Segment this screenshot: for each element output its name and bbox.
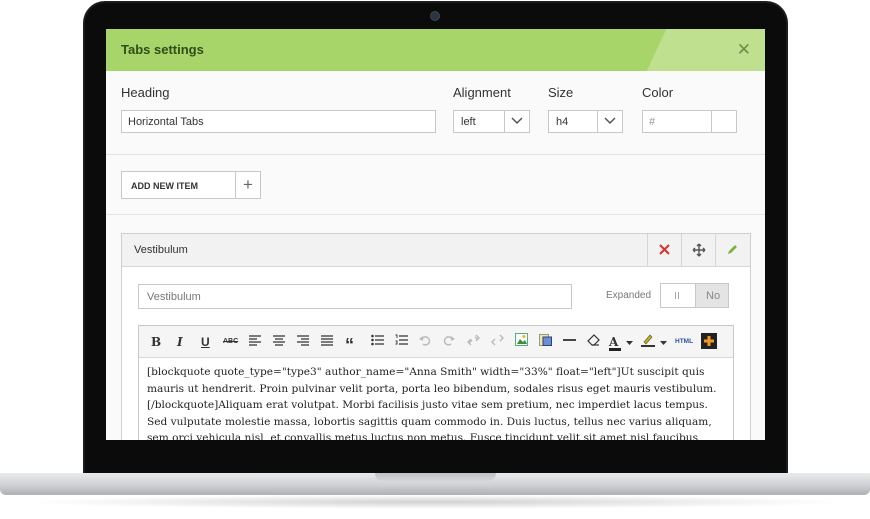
text-color-icon[interactable]: A	[609, 333, 621, 351]
delete-icon[interactable]	[647, 234, 681, 266]
plus-icon[interactable]: +	[235, 172, 260, 198]
insert-media-icon[interactable]	[539, 333, 552, 351]
chevron-down-icon[interactable]	[504, 111, 529, 132]
edit-pencil-icon[interactable]	[715, 234, 749, 266]
color-label: Color	[642, 85, 674, 100]
add-new-item-label: ADD NEW ITEM	[131, 181, 198, 191]
tab-item-panel: Vestibulum Vestibulum Expanded No B I U …	[121, 233, 751, 440]
align-justify-icon[interactable]	[321, 333, 333, 351]
chevron-down-icon[interactable]	[626, 333, 633, 351]
eraser-icon[interactable]	[587, 333, 600, 351]
toggle-value: No	[706, 290, 721, 302]
add-new-item-button[interactable]: ADD NEW ITEM +	[121, 171, 261, 199]
dialog-title-bar: Tabs settings ✕	[106, 29, 765, 71]
highlight-color-icon[interactable]	[641, 333, 655, 351]
laptop-notch	[375, 473, 496, 482]
laptop-shadow	[20, 495, 850, 509]
align-center-icon[interactable]	[273, 333, 285, 351]
size-select[interactable]: h4	[548, 110, 623, 133]
editor-toolbar: B I U ABC “ A HTML	[139, 326, 733, 358]
underline-icon[interactable]: U	[201, 333, 210, 351]
color-swatch-divider	[711, 111, 712, 132]
color-input[interactable]: #	[642, 110, 737, 133]
chevron-down-icon[interactable]	[660, 333, 667, 351]
html-icon[interactable]: HTML	[675, 333, 693, 351]
toggle-handle[interactable]	[661, 284, 696, 307]
bold-icon[interactable]: B	[151, 333, 161, 351]
align-right-icon[interactable]	[297, 333, 309, 351]
expanded-label: Expanded	[606, 290, 652, 301]
rich-text-editor: B I U ABC “ A HTML [blockquote quote_typ…	[138, 325, 734, 440]
blockquote-icon[interactable]: “	[345, 333, 354, 355]
shortcode-plus-icon[interactable]	[701, 333, 717, 349]
italic-icon[interactable]: I	[177, 333, 183, 351]
horizontal-rule-icon[interactable]	[563, 333, 576, 351]
link-icon[interactable]	[466, 333, 481, 351]
redo-icon[interactable]	[443, 333, 455, 351]
tab-item-title: Vestibulum	[134, 244, 188, 256]
screen: Tabs settings ✕ Heading Horizontal Tabs …	[106, 29, 765, 440]
divider	[106, 214, 765, 215]
dialog-title: Tabs settings	[121, 42, 204, 57]
heading-input[interactable]: Horizontal Tabs	[121, 110, 436, 133]
size-label: Size	[548, 85, 574, 100]
strikethrough-icon[interactable]: ABC	[223, 333, 238, 351]
alignment-select[interactable]: left	[453, 110, 530, 133]
editor-content[interactable]: [blockquote quote_type="type3" author_na…	[147, 364, 729, 440]
expanded-toggle[interactable]: No	[660, 283, 729, 308]
align-left-icon[interactable]	[249, 333, 261, 351]
undo-icon[interactable]	[419, 333, 431, 351]
size-value: h4	[556, 116, 569, 128]
heading-label: Heading	[121, 85, 170, 100]
tab-title-input[interactable]: Vestibulum	[138, 284, 572, 309]
move-icon[interactable]	[681, 234, 715, 266]
divider	[106, 154, 765, 155]
alignment-value: left	[461, 116, 476, 128]
unlink-icon[interactable]	[490, 333, 505, 351]
bullet-list-icon[interactable]	[371, 333, 384, 351]
camera-icon	[430, 11, 440, 21]
tab-item-header[interactable]: Vestibulum	[122, 234, 750, 267]
insert-image-icon[interactable]	[515, 333, 528, 351]
color-placeholder: #	[649, 116, 656, 128]
alignment-label: Alignment	[453, 85, 511, 100]
close-icon[interactable]: ✕	[737, 40, 751, 60]
numbered-list-icon[interactable]	[395, 333, 408, 351]
chevron-down-icon[interactable]	[597, 111, 622, 132]
